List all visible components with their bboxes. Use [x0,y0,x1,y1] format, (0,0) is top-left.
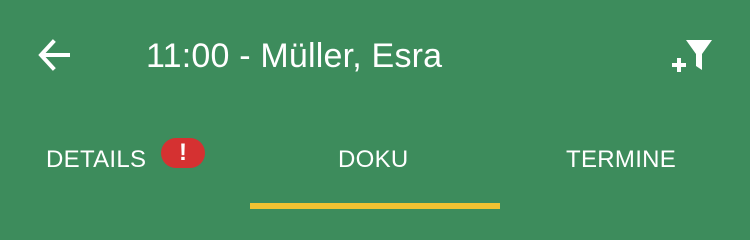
add-filter-button[interactable] [668,36,718,80]
tab-termine[interactable]: TERMINE [500,112,750,209]
tab-doku-label: DOKU [338,146,409,173]
alert-badge: ! [161,138,205,168]
app-bar: 11:00 - Müller, Esra [0,0,750,112]
tab-bar: DETAILS ! DOKU TERMINE [0,112,750,209]
tab-doku[interactable]: DOKU [250,112,500,209]
page-title: 11:00 - Müller, Esra [146,37,443,75]
arrow-left-icon [38,39,70,71]
tab-termine-label: TERMINE [566,146,677,173]
back-button[interactable] [22,34,70,78]
tab-details-label: DETAILS [46,146,147,173]
tab-details[interactable]: DETAILS ! [0,112,250,209]
selected-tab-indicator [250,203,500,209]
filter-add-icon [672,40,712,72]
